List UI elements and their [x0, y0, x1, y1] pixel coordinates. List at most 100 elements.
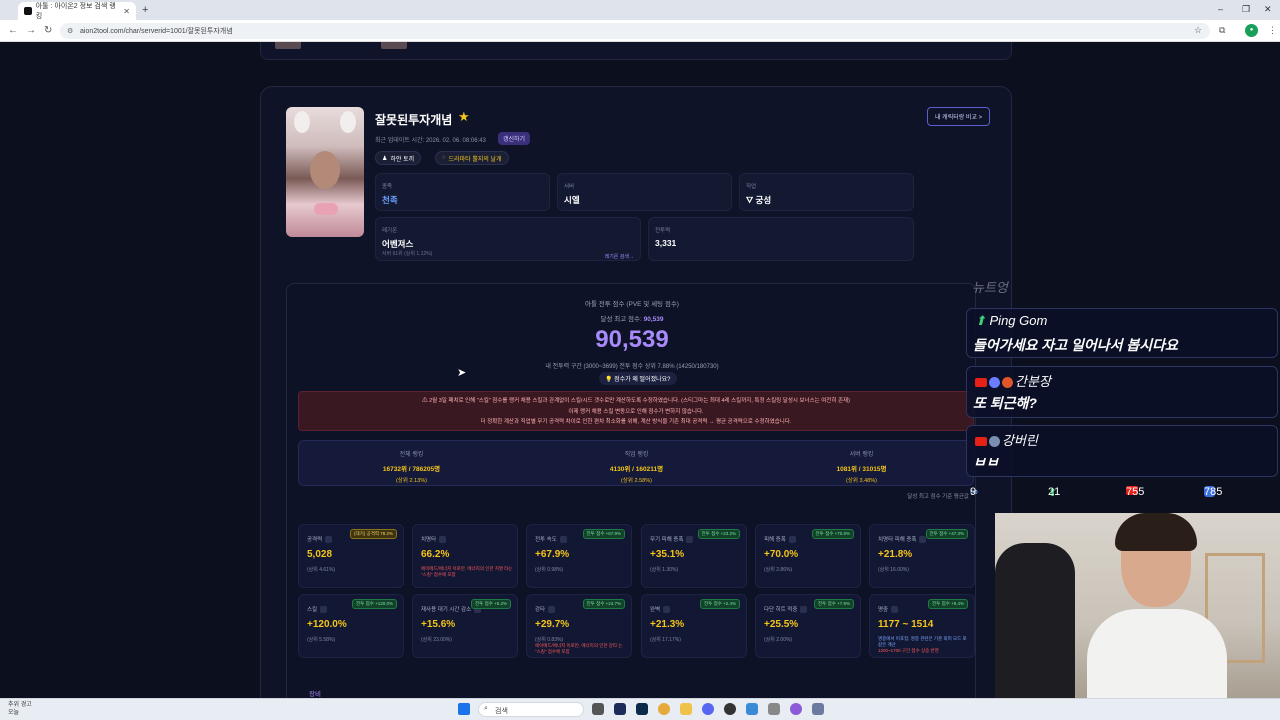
- app-icon[interactable]: [790, 703, 802, 715]
- window-close-button[interactable]: ✕: [1264, 4, 1272, 15]
- chrome-icon[interactable]: [658, 703, 670, 715]
- best-score: 달성 최고 점수: 90,539: [287, 313, 977, 323]
- weather-day: 오늘: [8, 710, 20, 716]
- stat-badge: (대기) 공격력 78.2%: [350, 529, 397, 539]
- rank-total: 전체 랭킹 16732위 / 786205명 (상위 2.13%): [299, 449, 524, 484]
- maximize-button[interactable]: ❐: [1242, 4, 1250, 15]
- forward-icon[interactable]: →: [26, 25, 36, 36]
- notice-line-3: 더 정확한 계산과 직업별 무기 공격력 차이로 인한 편차 최소화를 위해, …: [480, 419, 792, 425]
- notepad-icon[interactable]: [746, 703, 758, 715]
- weather-widget[interactable]: 추위 경고 오늘: [8, 701, 32, 717]
- count-d-value: 785: [1204, 486, 1223, 498]
- stat-warning: 에이메드/에너지 이로만, 에너지의 인한 치명 타는 "스킬" 점수에 포함: [421, 566, 513, 577]
- photoshop-icon[interactable]: [636, 703, 648, 715]
- menu-icon[interactable]: ⋮: [1268, 25, 1277, 36]
- score-title: 아툴 전투 점수 (PVE 및 세팅 점수): [585, 301, 679, 308]
- site-info-icon[interactable]: ⚙: [67, 27, 73, 35]
- tab-close-icon[interactable]: ✕: [123, 7, 130, 16]
- server-box: 서버 시엘: [557, 173, 732, 211]
- browser-tab[interactable]: 아툴 : 아이온2 정보 검색 랭킹 ✕: [18, 2, 136, 20]
- bow-class-icon: ⛛: [746, 195, 756, 205]
- app-icon[interactable]: [812, 703, 824, 715]
- back-icon[interactable]: ←: [8, 25, 18, 36]
- character-portrait: [286, 107, 364, 237]
- youtube-icon: [975, 378, 987, 388]
- chat-message: 강버린 ㅂㅂ: [966, 425, 1278, 477]
- taskbar: 추위 경고 오늘 ⌕ 검색: [0, 698, 1280, 720]
- stat-rank: (상위 4.61%): [307, 567, 336, 573]
- legion-label: 레기온: [382, 228, 398, 234]
- chat-message: 간분장 또 퇴근해?: [966, 366, 1278, 418]
- info-icon[interactable]: [800, 606, 808, 614]
- start-icon[interactable]: [458, 703, 470, 715]
- stat-label: 치명타: [421, 535, 447, 544]
- power-label: 전투력: [655, 228, 671, 234]
- chat-text: 들어가세요 자고 일어나서 봅시다요: [973, 337, 1178, 353]
- rank-value: 4130위 / 160211명: [609, 466, 664, 473]
- wing-tag: ◌ 드라마타 뿔지의 날개: [435, 151, 509, 165]
- info-icon[interactable]: [548, 606, 556, 614]
- premiere-icon[interactable]: [614, 703, 626, 715]
- stat-label: 스킬: [307, 605, 328, 614]
- stat-label: 피해 증폭: [764, 535, 796, 544]
- stat-note: 명중에서 미포함, 명중 관련은 기준 회피 모드 로 같은 계산: [878, 636, 967, 647]
- member-badge-icon: [989, 436, 1000, 448]
- reload-icon[interactable]: ↻: [44, 25, 52, 36]
- info-icon[interactable]: [320, 606, 328, 614]
- stat-label: 치명타 피해 증폭: [878, 535, 927, 544]
- stat-card: 스킬 +120.0% (상위 5.58%) 전투 점수 +120.0%: [298, 594, 404, 658]
- youtube-icon: [975, 437, 987, 447]
- minimize-button[interactable]: –: [1218, 4, 1223, 14]
- search-placeholder: 검색: [495, 708, 508, 715]
- address-bar[interactable]: ⚙ aion2tool.com/char/serverid=1001/잘못된투자…: [60, 23, 1210, 39]
- rank-pct: (상위 2.58%): [621, 478, 652, 484]
- discord-icon[interactable]: [702, 703, 714, 715]
- info-icon[interactable]: [788, 536, 796, 544]
- bookmark-star-icon[interactable]: ☆: [1194, 25, 1202, 36]
- taskbar-search[interactable]: ⌕ 검색: [478, 702, 584, 717]
- browser-tab-strip: 아툴 : 아이온2 정보 검색 랭킹 ✕ + – ❐ ✕: [0, 0, 1280, 20]
- chat-text: ㅂㅂ: [973, 454, 999, 470]
- explorer-icon[interactable]: [680, 703, 692, 715]
- patch-notice: ⚠ 2월 3일 패치로 인해 "스킬" 점수를 랭커 채용 스킬과 관계없이 스…: [298, 391, 974, 431]
- profile-avatar[interactable]: ●: [1245, 24, 1258, 37]
- calculator-icon[interactable]: [768, 703, 780, 715]
- chair-shape: [995, 543, 1075, 698]
- stat-rank: (상위 1.30%): [650, 567, 679, 573]
- info-icon[interactable]: [686, 536, 694, 544]
- stat-badge: 전투 점수 +7.9%: [814, 599, 854, 609]
- favorite-star-icon[interactable]: ★: [458, 109, 470, 125]
- obs-icon[interactable]: [724, 703, 736, 715]
- webcam-feed: [995, 513, 1280, 698]
- class-value: ⛛ 궁성: [746, 194, 771, 206]
- score-drop-help-button[interactable]: 💡 점수가 왜 떨어졌나요?: [599, 372, 677, 385]
- stat-badge: 전투 점수 +9.4%: [928, 599, 968, 609]
- info-icon[interactable]: [559, 536, 567, 544]
- info-icon[interactable]: [891, 606, 899, 614]
- compare-button[interactable]: 내 캐릭터랑 비교 >: [927, 107, 991, 126]
- best-score-label: 달성 최고 점수:: [600, 316, 644, 323]
- new-tab-button[interactable]: +: [142, 4, 148, 16]
- extensions-icon[interactable]: ⧉: [1219, 25, 1225, 36]
- faded-chat-user: 뉴트엉: [972, 280, 1008, 295]
- stat-card: 다단 히트 적중 +25.5% (상위 2.00%) 전투 점수 +7.9%: [755, 594, 861, 658]
- taskview-icon[interactable]: [592, 703, 604, 715]
- stat-value: +67.9%: [535, 549, 570, 560]
- combat-score: 90,539: [595, 326, 669, 353]
- info-icon[interactable]: [439, 536, 447, 544]
- rank-value: 1081위 / 31015명: [836, 466, 887, 473]
- stat-card: 전투 속도 +67.9% (상위 0.98%) 전투 점수 +67.9%: [526, 524, 632, 588]
- face-shape: [310, 151, 340, 189]
- stat-badge: 전투 점수 +2.4%: [700, 599, 740, 609]
- chat-user-name: 간분장: [1015, 374, 1051, 389]
- legion-search-link[interactable]: 레기온 검색→: [605, 253, 634, 260]
- info-icon[interactable]: [325, 536, 333, 544]
- best-score-value: 90,539: [643, 316, 664, 323]
- rabbit-icon: ♟: [382, 155, 388, 162]
- stat-value: +21.8%: [878, 549, 913, 560]
- info-icon[interactable]: [663, 606, 671, 614]
- stat-warning: 에이메드/에너지 이로만, 에너지의 인한 강타 는 "스킬" 점수에 포함: [535, 643, 623, 654]
- refresh-button[interactable]: 갱신하기: [498, 132, 531, 145]
- stat-rank: (상위 2.86%): [764, 567, 793, 573]
- stat-label: 강타: [535, 605, 556, 614]
